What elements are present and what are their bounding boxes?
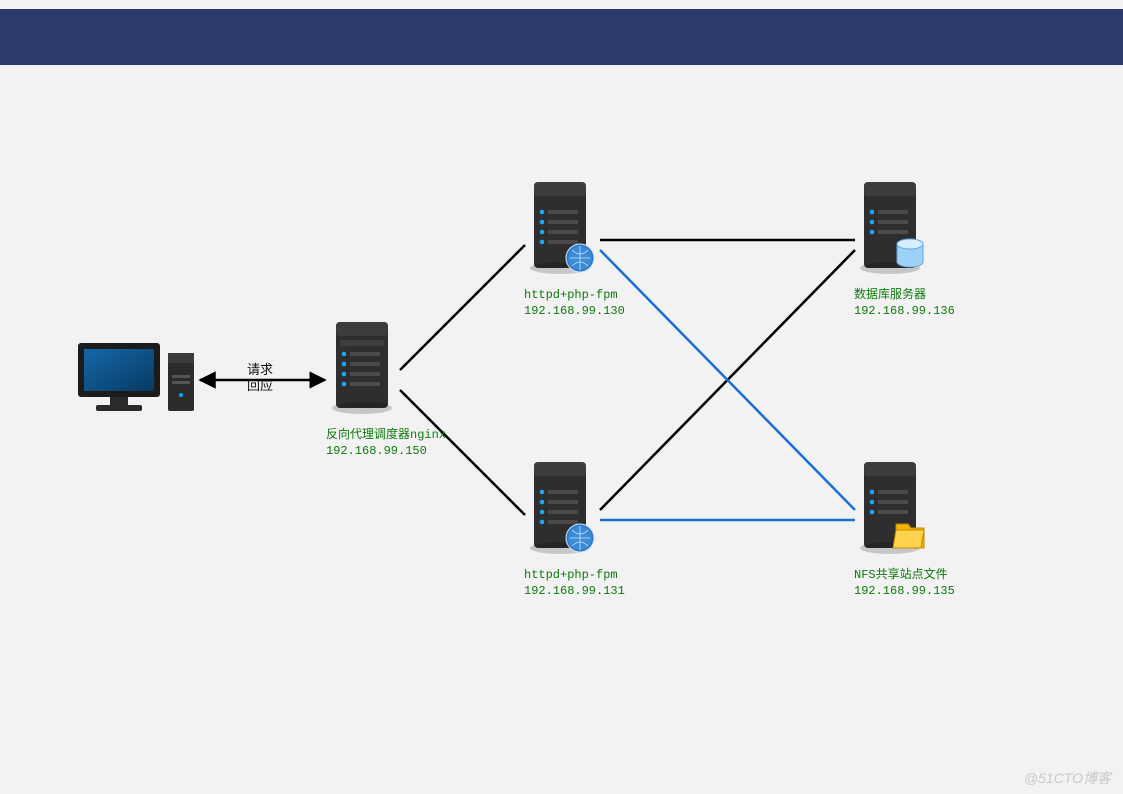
- node-db-label: 数据库服务器 192.168.99.136: [854, 287, 955, 319]
- link-web2-db: [600, 250, 855, 510]
- web2-ip: 192.168.99.131: [524, 583, 625, 599]
- workstation-icon: [72, 335, 202, 425]
- db-ip: 192.168.99.136: [854, 303, 955, 319]
- fileserver-icon: [854, 458, 926, 558]
- link-web1-nfs: [600, 250, 855, 510]
- db-title: 数据库服务器: [854, 287, 955, 303]
- node-web2: httpd+php-fpm 192.168.99.131: [524, 458, 625, 599]
- node-nfs: NFS共享站点文件 192.168.99.135: [854, 458, 955, 599]
- node-nfs-label: NFS共享站点文件 192.168.99.135: [854, 567, 955, 599]
- request-response-label: 请求 回应: [247, 362, 273, 395]
- web1-title: httpd+php-fpm: [524, 287, 625, 303]
- node-db: 数据库服务器 192.168.99.136: [854, 178, 955, 319]
- node-web1-label: httpd+php-fpm 192.168.99.130: [524, 287, 625, 319]
- dbserver-icon: [854, 178, 926, 278]
- node-proxy: 反向代理调度器nginx 192.168.99.150: [326, 318, 446, 459]
- nfs-ip: 192.168.99.135: [854, 583, 955, 599]
- label-line2: 回应: [247, 378, 273, 394]
- watermark-text: @51CTO博客: [1024, 768, 1111, 788]
- proxy-title: 反向代理调度器nginx: [326, 427, 446, 443]
- node-web1: httpd+php-fpm 192.168.99.130: [524, 178, 625, 319]
- diagram-canvas: 请求 回应: [0, 80, 1123, 780]
- node-client: [72, 335, 202, 430]
- node-proxy-label: 反向代理调度器nginx 192.168.99.150: [326, 427, 446, 459]
- header-bar: [0, 9, 1123, 65]
- proxy-ip: 192.168.99.150: [326, 443, 446, 459]
- webserver-icon: [524, 178, 596, 278]
- web1-ip: 192.168.99.130: [524, 303, 625, 319]
- diagram-page: 请求 回应: [0, 0, 1123, 794]
- server-icon: [326, 318, 398, 418]
- web2-title: httpd+php-fpm: [524, 567, 625, 583]
- node-web2-label: httpd+php-fpm 192.168.99.131: [524, 567, 625, 599]
- label-line1: 请求: [247, 362, 273, 378]
- webserver-icon: [524, 458, 596, 558]
- nfs-title: NFS共享站点文件: [854, 567, 955, 583]
